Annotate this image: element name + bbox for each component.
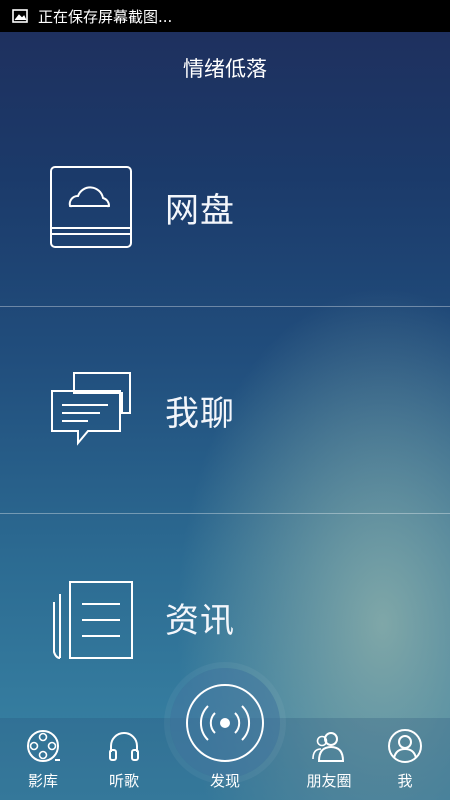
tab-label: 影库 [27, 772, 58, 790]
menu-item-label: 网盘 [165, 190, 235, 231]
film-reel-icon [27, 730, 60, 762]
tab-label: 听歌 [108, 772, 139, 790]
status-bar: 正在保存屏幕截图... [0, 0, 450, 32]
image-icon [12, 9, 28, 23]
tab-label: 我 [397, 772, 413, 790]
menu-item-cloud-drive[interactable]: 网盘 [0, 104, 450, 310]
radar-broadcast-icon [186, 684, 264, 762]
cloud-drive-icon [50, 166, 132, 248]
tab-music[interactable]: 听歌 [99, 718, 149, 800]
chat-bubbles-icon [51, 372, 131, 446]
menu-item-label: 我聊 [165, 393, 235, 434]
menu-item-chat[interactable]: 我聊 [0, 307, 450, 513]
tab-film-library[interactable]: 影库 [18, 718, 68, 800]
news-document-icon [53, 581, 133, 659]
profile-icon [388, 729, 422, 763]
page-title: 情绪低落 [183, 57, 267, 81]
tab-me[interactable]: 我 [380, 718, 430, 800]
discover-button[interactable] [170, 668, 280, 778]
tab-moments[interactable]: 朋友圈 [296, 718, 362, 800]
friends-icon [312, 732, 345, 762]
menu-item-label: 资讯 [165, 600, 235, 641]
header: 情绪低落 [0, 32, 450, 104]
headphones-icon [109, 732, 139, 761]
status-text: 正在保存屏幕截图... [38, 7, 173, 26]
tab-label-discover[interactable]: 发现 [190, 770, 260, 791]
tab-label: 朋友圈 [306, 772, 352, 790]
